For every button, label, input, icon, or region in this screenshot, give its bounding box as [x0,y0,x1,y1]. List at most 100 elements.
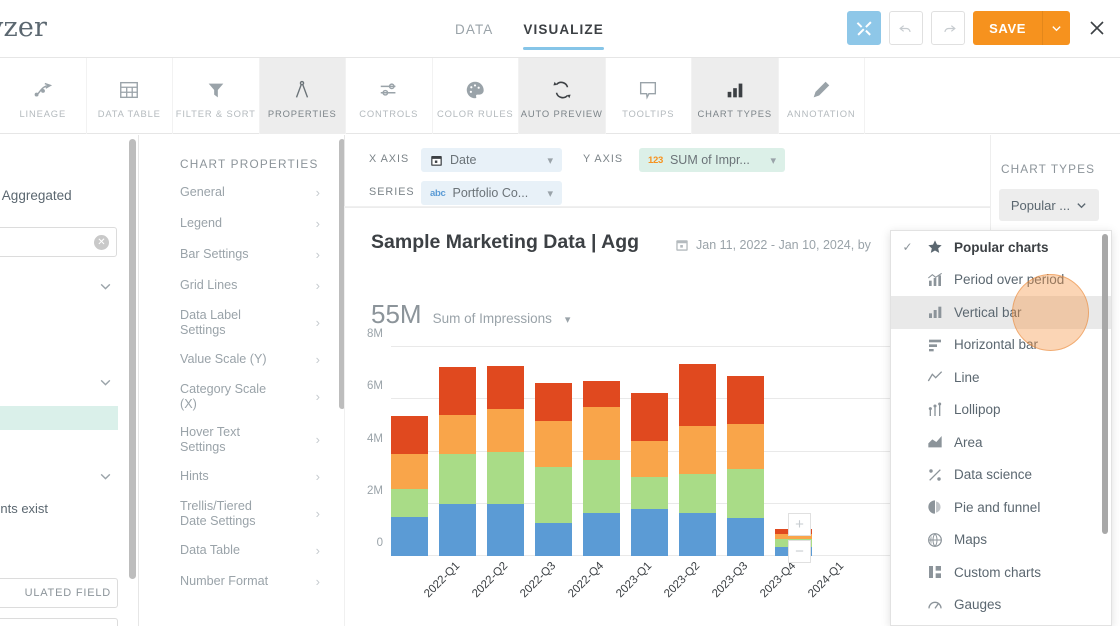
chart-types-select[interactable]: Popular ... [999,189,1099,221]
ribbon-item-annotation[interactable]: ANNOTATION [779,58,865,134]
scrollbar-thumb[interactable] [1102,234,1108,534]
ribbon-item-color-rules[interactable]: COLOR RULES [433,58,519,134]
bar-segment[interactable] [487,451,524,504]
bar-segment[interactable] [439,414,476,455]
y-axis-select[interactable]: 123 SUM of Impr... ▾ [639,148,785,172]
zoom-out-button[interactable]: − [788,540,811,563]
stacked-bar[interactable] [631,393,668,556]
property-hints[interactable]: Hints › [139,461,344,492]
bar-segment[interactable] [391,488,428,517]
bar-segment[interactable] [583,381,620,408]
dataset-section-2-header[interactable] [0,376,118,389]
clear-icon[interactable]: ✕ [94,235,109,250]
close-button[interactable] [1082,11,1112,45]
stacked-bar[interactable] [583,381,620,556]
bar-segment[interactable] [583,512,620,556]
bar-segment[interactable] [631,441,668,477]
dataset-scrollbar[interactable] [129,139,136,579]
scrollbar-thumb[interactable] [129,139,136,579]
ribbon-item-tooltips[interactable]: TOOLTIPS [606,58,692,134]
stacked-bar[interactable] [679,364,716,556]
property-grid-lines[interactable]: Grid Lines › [139,270,344,301]
property-number-format[interactable]: Number Format › [139,566,344,597]
tab-visualize[interactable]: VISUALIZE [523,0,605,58]
bar-column[interactable] [631,393,668,556]
stacked-bar[interactable] [391,415,428,556]
bar-segment[interactable] [631,509,668,556]
property-hover-text-settings[interactable]: Hover Text Settings › [139,418,344,461]
series-select[interactable]: abc Portfolio Co... ▾ [421,181,562,205]
bar-column[interactable] [727,375,764,556]
property-trellis-tiered-date-settings[interactable]: Trellis/Tiered Date Settings › [139,492,344,535]
bar-segment[interactable] [727,424,764,470]
menu-item-data-science[interactable]: Data science [891,459,1111,492]
bar-column[interactable] [583,381,620,556]
chevron-down-icon[interactable]: ▾ [565,313,571,326]
ribbon-item-properties[interactable]: PROPERTIES [259,58,346,134]
menu-scrollbar[interactable] [1102,234,1108,622]
bar-segment[interactable] [439,454,476,505]
bar-segment[interactable] [583,459,620,513]
menu-item-vertical-bar[interactable]: Vertical bar [891,296,1111,329]
stacked-bar[interactable] [535,383,572,556]
zoom-in-button[interactable]: + [788,513,811,536]
stacked-bar[interactable] [439,366,476,556]
ribbon-item-auto-preview[interactable]: AUTO PREVIEW [519,58,606,134]
chart-kpi[interactable]: 55M Sum of Impressions ▾ [371,299,570,330]
redo-button[interactable] [931,11,966,45]
bar-segment[interactable] [535,466,572,523]
ribbon-item-data-table[interactable]: DATA TABLE [87,58,173,134]
bar-segment[interactable] [679,425,716,474]
save-dropdown-button[interactable] [1042,11,1070,45]
property-data-label-settings[interactable]: Data Label Settings › [139,301,344,344]
bar-segment[interactable] [679,473,716,513]
bar-segment[interactable] [439,366,476,415]
bar-segment[interactable] [391,453,428,489]
menu-item-maps[interactable]: Maps [891,524,1111,557]
tools-button[interactable] [847,11,882,45]
bar-segment[interactable] [535,522,572,556]
bar-segment[interactable] [679,512,716,556]
property-data-table[interactable]: Data Table › [139,535,344,566]
bar-column[interactable] [439,366,476,556]
bar-segment[interactable] [391,415,428,454]
undo-button[interactable] [889,11,924,45]
property-bar-settings[interactable]: Bar Settings › [139,239,344,270]
stacked-bar[interactable] [487,366,524,556]
bar-column[interactable] [391,415,428,556]
bar-segment[interactable] [391,516,428,556]
menu-item-custom-charts[interactable]: Custom charts [891,556,1111,589]
dataset-section-1-header[interactable] [0,280,118,293]
dataset-selected-field[interactable] [0,406,118,430]
bar-segment[interactable] [679,364,716,426]
bar-column[interactable] [679,364,716,556]
bar-segment[interactable] [439,504,476,556]
menu-item-area[interactable]: Area [891,426,1111,459]
ribbon-item-chart-types[interactable]: CHART TYPES [692,58,779,134]
menu-item-popular-charts[interactable]: ✓ Popular charts [891,231,1111,264]
bar-segment[interactable] [535,383,572,421]
bar-segment[interactable] [727,375,764,425]
bar-segment[interactable] [487,503,524,556]
ribbon-item-lineage[interactable]: LINEAGE [0,58,87,134]
stacked-bar[interactable] [727,375,764,556]
bar-segment[interactable] [487,366,524,410]
menu-item-period-over-period[interactable]: Period over period [891,264,1111,297]
menu-item-lollipop[interactable]: Lollipop [891,394,1111,427]
menu-item-pie-and-funnel[interactable]: Pie and funnel [891,491,1111,524]
chart-date-range[interactable]: Jan 11, 2022 - Jan 10, 2024, by [675,238,871,252]
property-category-scale-x[interactable]: Category Scale (X) › [139,375,344,418]
bar-segment[interactable] [487,409,524,452]
save-button[interactable]: SAVE [973,11,1042,45]
secondary-field-button[interactable] [0,618,118,626]
bar-segment[interactable] [631,393,668,442]
ribbon-item-controls[interactable]: CONTROLS [346,58,433,134]
property-value-scale-y[interactable]: Value Scale (Y) › [139,344,344,375]
bar-segment[interactable] [727,469,764,518]
menu-item-line[interactable]: Line [891,361,1111,394]
property-legend[interactable]: Legend › [139,208,344,239]
dataset-search-input[interactable]: ✕ [0,227,117,257]
bar-column[interactable] [535,383,572,556]
menu-item-gauges[interactable]: Gauges [891,589,1111,622]
menu-item-horizontal-bar[interactable]: Horizontal bar [891,329,1111,362]
